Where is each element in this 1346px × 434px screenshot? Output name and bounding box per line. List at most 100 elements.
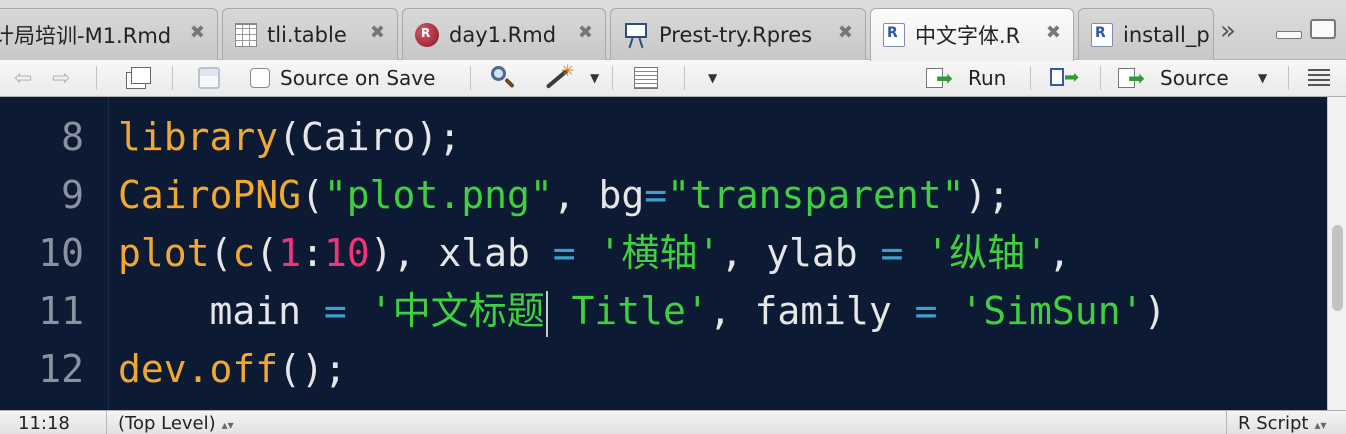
string-token: '横轴' (598, 231, 721, 275)
source-options-dropdown[interactable]: ▼ (1258, 60, 1267, 96)
file-type-selector[interactable]: R Script ▴▾ (1238, 413, 1326, 434)
toolbar-divider (684, 66, 685, 90)
text-token: ( (301, 173, 324, 217)
compile-report-button[interactable] (634, 60, 658, 96)
toolbar-divider (612, 66, 613, 90)
code-line-10[interactable]: plot(c(1:10), xlab = '横轴', ylab = '纵轴', (118, 224, 1071, 282)
presentation-icon (623, 22, 649, 48)
source-button[interactable]: ➡ Source (1118, 60, 1229, 96)
run-line-icon: ➡ (926, 66, 960, 90)
close-icon[interactable]: ✖ (190, 22, 205, 43)
string-token: 'SimSun' (960, 289, 1144, 333)
gutter-divider (108, 97, 109, 410)
document-outline-button[interactable] (1308, 60, 1330, 96)
tab-label: 计局培训-M1.Rmd (0, 23, 172, 48)
text-token: , bg (552, 173, 645, 217)
rmd-icon (415, 22, 439, 47)
operator-token: = (644, 173, 668, 217)
status-divider (106, 411, 107, 434)
run-button[interactable]: ➡ Run (926, 60, 1006, 96)
line-number: 10 (38, 231, 84, 275)
toolbar-divider (96, 66, 97, 90)
outline-icon (1308, 69, 1330, 87)
up-down-chevron-icon: ▴▾ (221, 418, 234, 432)
r-script-icon (1091, 22, 1113, 47)
code-editor[interactable]: 8 9 10 11 12 library(Cairo); CairoPNG("p… (0, 97, 1327, 410)
tab-label: day1.Rmd (449, 22, 557, 47)
magic-wand-icon: ✳ (544, 61, 574, 91)
cursor-position: 11:18 (18, 413, 70, 434)
close-icon[interactable]: ✖ (838, 22, 853, 43)
chevron-down-icon: ▼ (708, 71, 718, 85)
arrow-left-icon: ⇦ (14, 65, 33, 91)
string-token: '纵轴' (926, 231, 1049, 275)
editor-tab-bar: 计局培训-M1.Rmd ✖ tli.table ✖ day1.Rmd ✖ Pre… (0, 0, 1346, 61)
scrollbar-thumb[interactable] (1332, 225, 1343, 311)
tab-prest-try-rpres[interactable]: Prest-try.Rpres ✖ (610, 8, 866, 60)
tab-label: Prest-try.Rpres (659, 22, 813, 47)
table-icon (235, 22, 257, 47)
save-disk-icon (198, 67, 220, 89)
save-button[interactable] (198, 60, 220, 96)
number-token: 1 (278, 231, 302, 275)
code-line-11[interactable]: main = '中文标题 Title', family = 'SimSun') (118, 282, 1166, 340)
text-token: ); (964, 173, 1011, 217)
source-on-save-toggle[interactable]: Source on Save (250, 60, 435, 96)
file-type-label: R Script (1238, 413, 1309, 434)
string-token: "plot.png" (323, 173, 553, 217)
status-divider (1226, 411, 1227, 434)
tab-install-p[interactable]: install_p (1078, 8, 1214, 60)
code-line-8[interactable]: library(Cairo); (118, 108, 461, 166)
find-replace-button[interactable] (490, 60, 516, 96)
text-token: ), xlab (369, 231, 553, 275)
forward-button[interactable]: ⇨ (52, 60, 70, 96)
chevron-down-icon: ▼ (1258, 71, 1268, 85)
close-icon[interactable]: ✖ (1046, 22, 1061, 43)
run-label: Run (968, 66, 1007, 90)
tab-tli-table[interactable]: tli.table ✖ (222, 8, 398, 60)
toolbar-divider (1030, 66, 1031, 90)
rstudio-source-pane: 计局培训-M1.Rmd ✖ tli.table ✖ day1.Rmd ✖ Pre… (0, 0, 1346, 434)
text-token: , family (708, 289, 915, 333)
tab-day1-rmd[interactable]: day1.Rmd ✖ (402, 8, 606, 60)
source-file-icon: ➡ (1118, 66, 1152, 90)
code-line-12[interactable]: dev.off(); (118, 340, 347, 398)
r-script-icon (883, 23, 905, 47)
close-icon[interactable]: ✖ (370, 22, 385, 43)
minimize-pane-icon[interactable] (1276, 31, 1302, 39)
tab-overflow-chevron-icon[interactable]: » (1220, 16, 1236, 46)
back-button[interactable]: ⇦ (14, 60, 32, 96)
rerun-button[interactable]: ➡ (1050, 60, 1082, 96)
scope-selector[interactable]: (Top Level) ▴▾ (118, 413, 234, 434)
up-down-chevron-icon: ▴▾ (1314, 418, 1327, 432)
source-on-save-label: Source on Save (280, 66, 436, 90)
more-options-dropdown[interactable]: ▼ (708, 60, 717, 96)
vertical-scrollbar[interactable] (1327, 97, 1346, 410)
show-in-window-button[interactable] (126, 60, 152, 96)
source-label: Source (1160, 66, 1229, 90)
code-line-9[interactable]: CairoPNG("plot.png", bg="transparent"); (118, 166, 1010, 224)
tab-m1-rmd[interactable]: 计局培训-M1.Rmd ✖ (0, 8, 218, 60)
tab-zhongwen-ziti-r[interactable]: 中文字体.R ✖ (870, 8, 1074, 61)
maximize-pane-icon[interactable] (1310, 19, 1336, 39)
function-token: library (118, 115, 279, 159)
show-in-new-window-icon (126, 66, 152, 90)
magnifier-icon (490, 65, 516, 91)
function-token: dev.off (118, 347, 279, 391)
code-tools-button[interactable]: ✳ ▼ (544, 60, 599, 96)
close-icon[interactable]: ✖ (578, 22, 593, 43)
text-token: : (301, 231, 324, 275)
line-number: 12 (38, 347, 84, 391)
function-token: c (232, 231, 256, 275)
tab-label: install_p (1123, 22, 1210, 47)
string-token: "transparent" (667, 173, 965, 217)
operator-token: = (323, 289, 347, 333)
line-number: 8 (61, 115, 84, 159)
source-on-save-checkbox[interactable] (250, 68, 270, 88)
string-token: Title' (548, 289, 709, 333)
function-token: plot (118, 231, 210, 275)
arrow-right-icon: ⇨ (52, 65, 71, 91)
